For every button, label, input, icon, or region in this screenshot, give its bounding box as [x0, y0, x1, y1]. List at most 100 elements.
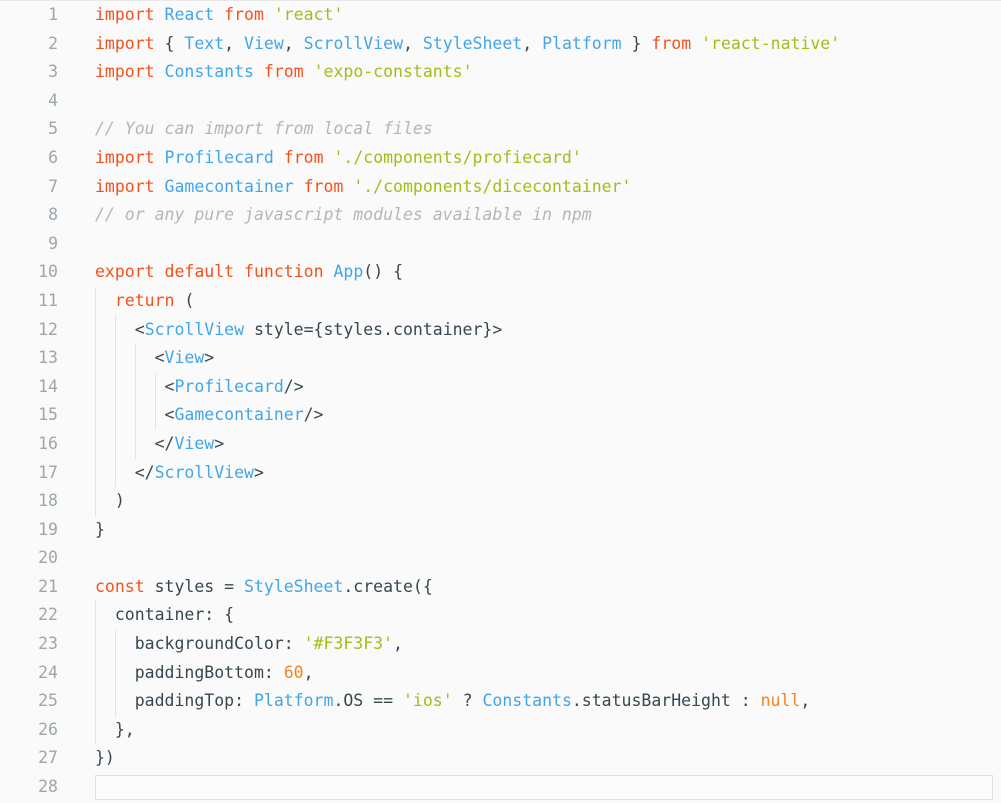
code-line[interactable]: 10 export default function App() { [0, 258, 1001, 287]
code-line[interactable]: 11 return ( [0, 286, 1001, 316]
line-code[interactable]: import React from 'react' [95, 1, 343, 30]
line-code[interactable]: <Gamecontainer/> [95, 401, 324, 430]
token-pln: }) [95, 748, 115, 768]
code-line[interactable]: 1 import React from 'react' [0, 1, 1001, 30]
code-line[interactable]: 19} [0, 516, 1001, 545]
code-line[interactable]: 12 <ScrollView style={styles.container}> [0, 315, 1001, 345]
code-line[interactable]: 20 [0, 544, 1001, 573]
line-code[interactable]: // You can import from local files [95, 115, 433, 144]
line-code[interactable]: const styles = StyleSheet.create({ [95, 573, 433, 602]
line-code[interactable]: </ScrollView> [95, 459, 264, 488]
line-code[interactable]: return ( [95, 287, 194, 316]
line-code[interactable]: import Gamecontainer from './components/… [95, 173, 631, 202]
code-line[interactable]: 22 container: { [0, 601, 1001, 631]
token-kw: import [95, 5, 155, 24]
line-code[interactable]: }) [95, 744, 115, 773]
line-code[interactable]: ) [95, 487, 125, 516]
token-id: Platform [542, 33, 622, 53]
line-code[interactable]: paddingTop: Platform.OS == 'ios' ? Const… [95, 687, 811, 716]
line-number: 19 [38, 519, 58, 539]
token-pln: .statusBarHeight : [571, 691, 761, 711]
token-pun: > [204, 348, 215, 368]
line-number: 27 [38, 748, 58, 768]
token-pln: styles = [144, 576, 245, 596]
line-code[interactable]: }, [95, 716, 135, 745]
code-line[interactable]: 18 ) [0, 487, 1001, 516]
token-pln: paddingTop: [95, 691, 254, 711]
token-pln: paddingBottom: [95, 662, 284, 682]
line-code[interactable]: backgroundColor: '#F3F3F3', [95, 630, 403, 659]
token-pln: backgroundColor: [95, 634, 304, 654]
token-pln: ( [174, 290, 195, 310]
code-line[interactable]: 28 [0, 773, 1001, 802]
code-line[interactable]: 8 // or any pure javascript modules avail… [0, 201, 1001, 230]
code-editor[interactable]: 1 import React from 'react' 2 import { Text… [0, 0, 1001, 803]
line-code[interactable]: <View> [95, 344, 215, 373]
line-number: 22 [38, 605, 58, 625]
code-line-list: 1 import React from 'react' 2 import { Text… [0, 1, 1001, 802]
line-code[interactable]: import Profilecard from './components/pr… [95, 144, 582, 173]
token-kw: const [95, 576, 145, 596]
token-id: Constants [482, 691, 572, 711]
code-line[interactable]: 5 // You can import from local files [0, 115, 1001, 144]
code-line[interactable]: 23 backgroundColor: '#F3F3F3', [0, 630, 1001, 659]
token-pln: , [393, 634, 403, 654]
token-num: 60 [283, 662, 304, 682]
token-pln: style={styles.container}> [244, 319, 503, 339]
token-pln: }, [95, 719, 135, 739]
line-code[interactable]: import { Text, View, ScrollView, StyleSh… [95, 30, 840, 59]
line-number: 4 [48, 90, 58, 110]
token-pln: () { [363, 262, 404, 282]
code-line[interactable]: 2 import { Text, View, ScrollView, StyleS… [0, 30, 1001, 59]
token-pln: , [800, 691, 811, 711]
token-pln: , [224, 33, 245, 53]
code-line[interactable]: 3 import Constants from 'expo-constants' [0, 58, 1001, 87]
token-pln: , [283, 33, 304, 53]
code-line[interactable]: 9 [0, 230, 1001, 259]
line-number: 25 [38, 691, 58, 711]
token-pln [155, 148, 165, 167]
line-code[interactable]: </View> [95, 430, 225, 459]
token-kw: import [95, 33, 155, 53]
token-str: '#F3F3F3' [303, 634, 394, 654]
line-number: 21 [38, 576, 58, 596]
code-line[interactable]: 15 <Gamecontainer/> [0, 401, 1001, 430]
code-line[interactable]: 4 [0, 87, 1001, 116]
line-number: 7 [48, 176, 58, 196]
token-id: App [333, 262, 364, 282]
line-code[interactable]: paddingBottom: 60, [95, 659, 314, 688]
token-pun: /> [283, 376, 304, 396]
token-pln [254, 62, 264, 81]
token-pun: /> [303, 405, 324, 425]
token-str: './components/profiecard' [333, 147, 582, 167]
line-code[interactable]: export default function App() { [95, 258, 403, 287]
line-code[interactable]: // or any pure javascript modules availa… [95, 201, 592, 230]
line-number: 8 [48, 205, 58, 225]
token-id: StyleSheet [244, 576, 344, 596]
line-code[interactable]: import Constants from 'expo-constants' [95, 58, 473, 87]
current-line-highlight [95, 775, 993, 800]
token-id: Text [184, 33, 225, 53]
code-line[interactable]: 25 paddingTop: Platform.OS == 'ios' ? Co… [0, 687, 1001, 716]
code-line[interactable]: 13 <View> [0, 344, 1001, 373]
line-code[interactable]: } [95, 516, 105, 545]
code-line[interactable]: 26 }, [0, 715, 1001, 745]
code-line[interactable]: 14 <Profilecard/> [0, 372, 1001, 402]
token-pln [294, 177, 304, 196]
token-id: View [174, 433, 215, 453]
line-code[interactable]: container: { [95, 601, 234, 630]
token-kw: return [114, 290, 175, 310]
token-id: View [244, 33, 284, 53]
code-line[interactable]: 7 import Gamecontainer from './components… [0, 173, 1001, 202]
code-line[interactable]: 24 paddingBottom: 60, [0, 658, 1001, 688]
code-line[interactable]: 17 </ScrollView> [0, 458, 1001, 488]
token-id: Platform [253, 691, 334, 711]
code-line[interactable]: 27}) [0, 744, 1001, 773]
code-line[interactable]: 16 </View> [0, 429, 1001, 459]
line-code[interactable]: <ScrollView style={styles.container}> [95, 316, 503, 345]
token-pln [274, 148, 284, 167]
code-line[interactable]: 6 import Profilecard from './components/p… [0, 144, 1001, 173]
code-line[interactable]: 21 const styles = StyleSheet.create({ [0, 573, 1001, 602]
line-code[interactable]: <Profilecard/> [95, 373, 304, 402]
token-pln: } [621, 33, 652, 53]
